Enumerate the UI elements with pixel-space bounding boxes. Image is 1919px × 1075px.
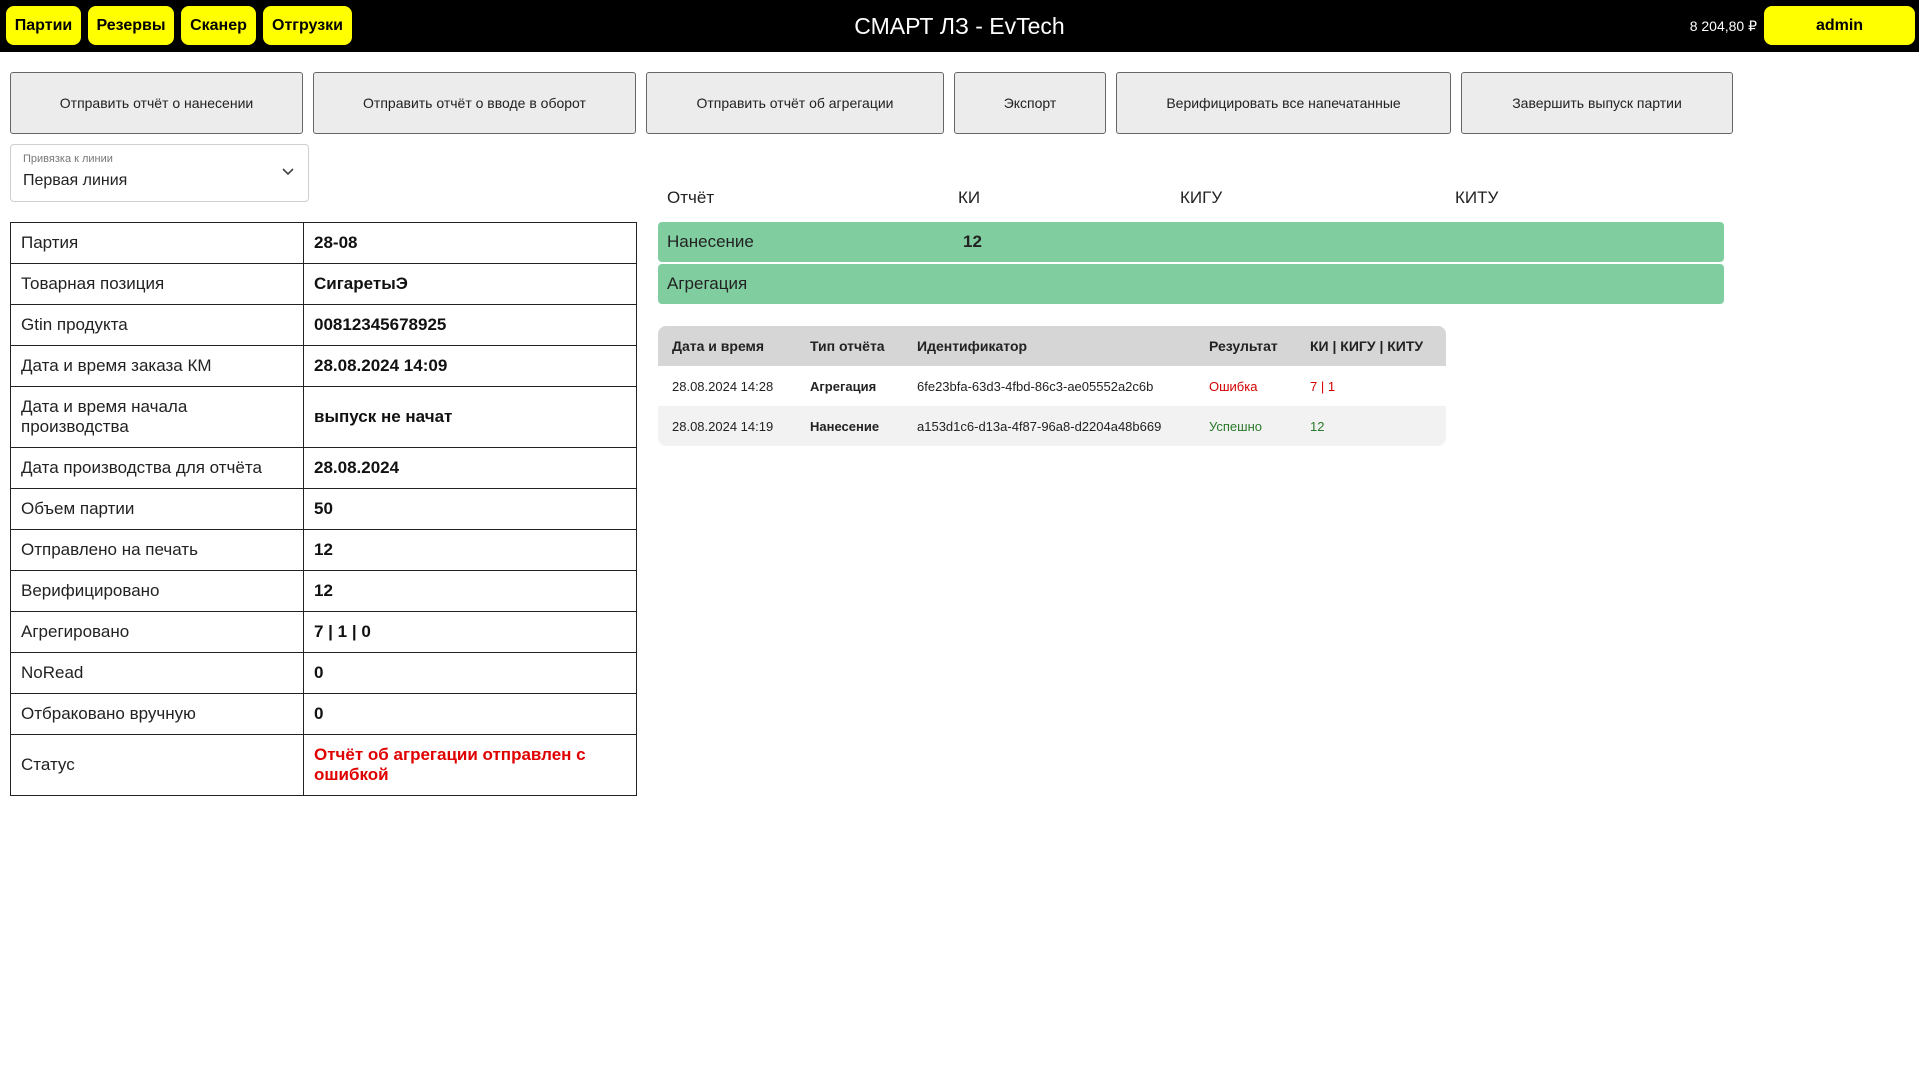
info-row: Объем партии 50 xyxy=(10,488,637,530)
report-log-table: Дата и время Тип отчёта Идентификатор Ре… xyxy=(658,326,1446,446)
info-row: Агрегировано 7 | 1 | 0 xyxy=(10,611,637,653)
log-header-datetime: Дата и время xyxy=(672,338,765,354)
info-value: 12 xyxy=(303,570,637,612)
info-key: Дата и время заказа КМ xyxy=(10,345,304,387)
info-value: 0 xyxy=(303,693,637,735)
batch-info-table: Партия 28-08 Товарная позиция СигаретыЭ Gt… xyxy=(10,222,637,796)
export-button[interactable]: Экспорт xyxy=(954,72,1106,134)
log-cell-result: Ошибка xyxy=(1209,378,1258,394)
info-row: Отбраковано вручную 0 xyxy=(10,693,637,735)
log-header-result: Результат xyxy=(1209,338,1278,354)
summary-row-label: Нанесение xyxy=(667,232,754,251)
info-row: Партия 28-08 xyxy=(10,222,637,264)
info-row: Gtin продукта 00812345678925 xyxy=(10,304,637,346)
log-cell-type: Нанесение xyxy=(810,418,880,434)
info-value: 28-08 xyxy=(303,222,637,264)
info-key: Товарная позиция xyxy=(10,263,304,305)
user-menu-button[interactable]: admin xyxy=(1764,6,1915,45)
summary-row-application: Нанесение 12 xyxy=(658,222,1724,262)
info-row: Дата и время заказа КМ 28.08.2024 14:09 xyxy=(10,345,637,387)
info-row: NoRead 0 xyxy=(10,652,637,694)
account-balance: 8 204,80 ₽ xyxy=(1689,17,1757,34)
info-value: 7 | 1 | 0 xyxy=(303,611,637,653)
summary-header-report: Отчёт xyxy=(667,188,715,207)
info-key: Партия xyxy=(10,222,304,264)
log-row[interactable]: 28.08.2024 14:28 Агрегация 6fe23bfa-63d3… xyxy=(658,366,1446,406)
summary-header-kigu: КИГУ xyxy=(1180,188,1223,207)
line-binding-select[interactable]: Привязка к линии Первая линия xyxy=(10,144,309,202)
line-binding-label: Привязка к линии xyxy=(23,153,113,165)
info-key: Дата и время начала производства xyxy=(10,386,304,448)
log-header-type: Тип отчёта xyxy=(810,338,885,354)
summary-row-aggregation: Агрегация xyxy=(658,264,1724,304)
nav-button-shipments[interactable]: Отгрузки xyxy=(263,6,352,45)
log-cell-type: Агрегация xyxy=(810,378,877,394)
info-key: Дата производства для отчёта xyxy=(10,447,304,489)
info-row: Дата производства для отчёта 28.08.2024 xyxy=(10,447,637,489)
info-row: Верифицировано 12 xyxy=(10,570,637,612)
info-key: Объем партии xyxy=(10,488,304,530)
summary-header-kitu: КИТУ xyxy=(1455,188,1499,207)
info-value: 0 xyxy=(303,652,637,694)
log-cell-datetime: 28.08.2024 14:28 xyxy=(672,378,774,394)
log-cell-counts: 7 | 1 xyxy=(1310,378,1336,394)
info-value: 28.08.2024 14:09 xyxy=(303,345,637,387)
info-key: Статус xyxy=(10,734,304,796)
chevron-down-icon xyxy=(282,168,294,176)
info-key: Отправлено на печать xyxy=(10,529,304,571)
info-key: Агрегировано xyxy=(10,611,304,653)
info-key: NoRead xyxy=(10,652,304,694)
summary-row-label: Агрегация xyxy=(667,274,748,293)
log-header-row: Дата и время Тип отчёта Идентификатор Ре… xyxy=(658,326,1446,366)
verify-all-printed-button[interactable]: Верифицировать все напечатанные xyxy=(1116,72,1451,134)
info-row: Товарная позиция СигаретыЭ xyxy=(10,263,637,305)
info-key: Отбраковано вручную xyxy=(10,693,304,735)
log-cell-counts: 12 xyxy=(1310,418,1325,434)
info-value: 50 xyxy=(303,488,637,530)
log-row[interactable]: 28.08.2024 14:19 Нанесение a153d1c6-d13a… xyxy=(658,406,1446,446)
log-cell-id: 6fe23bfa-63d3-4fbd-86c3-ae05552a2c6b xyxy=(917,378,1154,394)
send-circulation-report-button[interactable]: Отправить отчёт о вводе в оборот xyxy=(313,72,636,134)
info-row: Отправлено на печать 12 xyxy=(10,529,637,571)
log-header-counts: КИ | КИГУ | КИТУ xyxy=(1310,338,1424,354)
send-application-report-button[interactable]: Отправить отчёт о нанесении xyxy=(10,72,303,134)
line-binding-value: Первая линия xyxy=(23,172,128,189)
log-cell-datetime: 28.08.2024 14:19 xyxy=(672,418,774,434)
nav-button-reserves[interactable]: Резервы xyxy=(88,6,174,45)
finish-batch-button[interactable]: Завершить выпуск партии xyxy=(1461,72,1733,134)
status-value: Отчёт об агрегации отправлен с ошибкой xyxy=(303,734,637,796)
log-header-id: Идентификатор xyxy=(917,338,1028,354)
info-row: Дата и время начала производства выпуск н… xyxy=(10,386,637,448)
nav-button-scanner[interactable]: Сканер xyxy=(181,6,256,45)
log-cell-result: Успешно xyxy=(1209,418,1262,434)
log-cell-id: a153d1c6-d13a-4f87-96a8-d2204a48b669 xyxy=(917,418,1162,434)
info-value: 00812345678925 xyxy=(303,304,637,346)
info-value: выпуск не начат xyxy=(303,386,637,448)
send-aggregation-report-button[interactable]: Отправить отчёт об агрегации xyxy=(646,72,944,134)
summary-header-ki: КИ xyxy=(958,188,981,207)
top-bar: Партии Резервы Сканер Отгрузки СМАРТ ЛЗ … xyxy=(0,0,1919,52)
nav-button-batches[interactable]: Партии xyxy=(6,6,81,45)
info-value: СигаретыЭ xyxy=(303,263,637,305)
info-value: 28.08.2024 xyxy=(303,447,637,489)
info-value: 12 xyxy=(303,529,637,571)
info-key: Gtin продукта xyxy=(10,304,304,346)
info-row: Статус Отчёт об агрегации отправлен с оши… xyxy=(10,734,637,796)
summary-row-ki: 12 xyxy=(963,232,982,251)
info-key: Верифицировано xyxy=(10,570,304,612)
